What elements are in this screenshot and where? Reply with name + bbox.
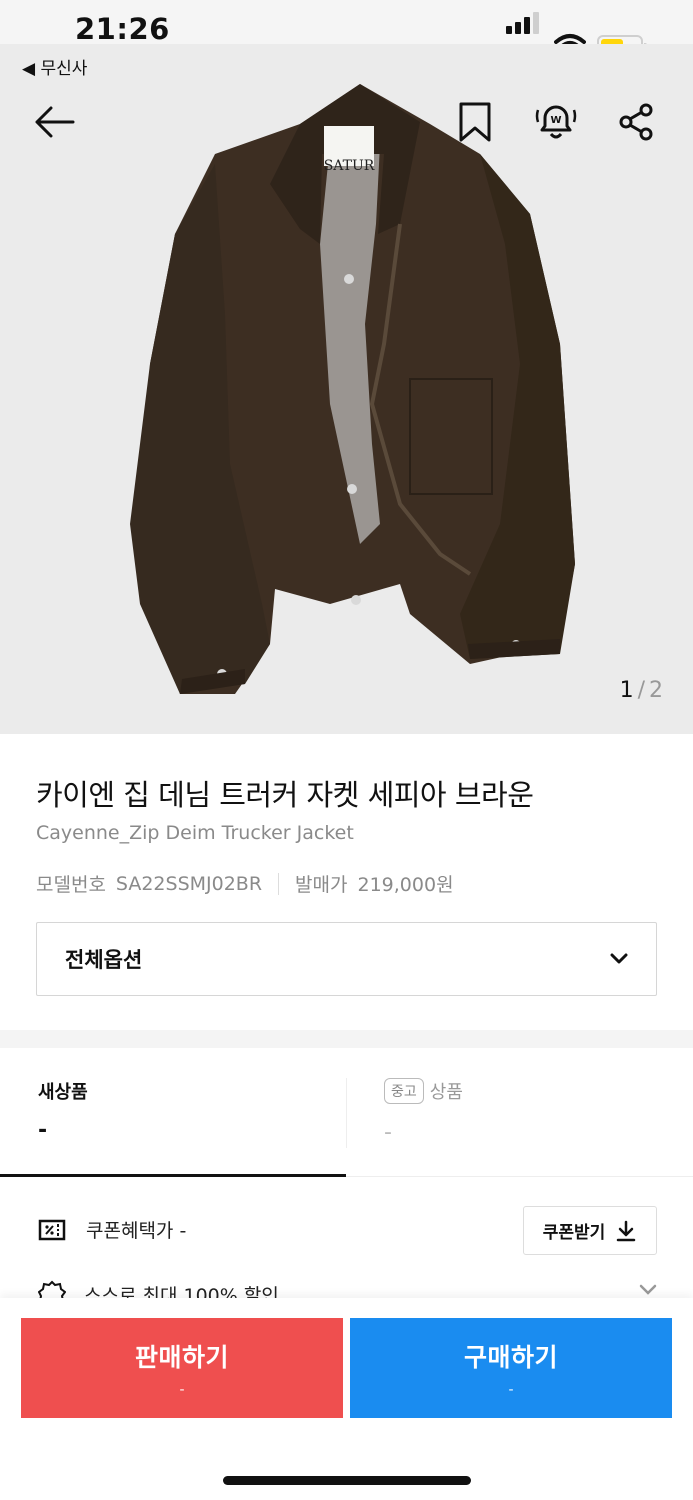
share-button[interactable] bbox=[614, 98, 658, 146]
download-icon bbox=[617, 1220, 636, 1241]
meta-divider bbox=[278, 872, 280, 895]
svg-text:W: W bbox=[550, 115, 561, 126]
chevron-down-icon[interactable] bbox=[639, 1284, 657, 1296]
product-image: SATUR bbox=[130, 84, 575, 694]
image-counter-total: 2 bbox=[649, 678, 663, 703]
release-price-value: 219,000원 bbox=[357, 874, 454, 896]
used-price: - bbox=[384, 1120, 392, 1145]
model-number-label: 모델번호 bbox=[36, 874, 106, 896]
share-icon bbox=[619, 103, 653, 141]
sell-button[interactable]: 판매하기 - bbox=[21, 1318, 343, 1418]
tab-divider bbox=[346, 1078, 347, 1148]
back-button[interactable] bbox=[32, 98, 76, 146]
tab-used[interactable]: 중고 상품 bbox=[384, 1078, 463, 1104]
tab-baseline bbox=[346, 1176, 693, 1177]
image-counter: 1/2 bbox=[620, 678, 663, 703]
image-counter-current: 1 bbox=[619, 678, 634, 703]
bookmark-icon bbox=[459, 102, 491, 142]
coupon-icon bbox=[38, 1219, 66, 1240]
brand-label: SATUR bbox=[324, 158, 375, 174]
coupon-price-label: 쿠폰혜택가 - bbox=[86, 1220, 187, 1242]
sell-button-price: - bbox=[179, 1382, 185, 1398]
tab-used-label: 상품 bbox=[429, 1082, 463, 1103]
chevron-down-icon bbox=[610, 953, 628, 964]
image-counter-separator: / bbox=[637, 678, 645, 703]
buy-button-price: - bbox=[508, 1382, 514, 1398]
back-arrow-icon bbox=[35, 106, 75, 138]
status-bar: 21:26 bbox=[0, 0, 693, 59]
used-badge: 중고 bbox=[384, 1078, 424, 1104]
product-subtitle: Cayenne_Zip Deim Trucker Jacket bbox=[36, 822, 354, 844]
section-divider bbox=[0, 1030, 693, 1048]
model-number-value: SA22SSMJ02BR bbox=[115, 872, 263, 895]
product-image-carousel[interactable]: SATUR bbox=[0, 44, 693, 734]
options-label: 전체옵션 bbox=[65, 948, 143, 972]
get-coupon-label: 쿠폰받기 bbox=[542, 1223, 606, 1243]
get-coupon-button[interactable]: 쿠폰받기 bbox=[523, 1206, 657, 1255]
options-dropdown[interactable]: 전체옵션 bbox=[36, 922, 657, 996]
coupon-row: 쿠폰혜택가 - bbox=[38, 1216, 186, 1243]
status-time: 21:26 bbox=[75, 12, 170, 46]
sell-button-label: 판매하기 bbox=[134, 1343, 229, 1372]
back-to-app-link[interactable]: ◀ 무신사 bbox=[22, 54, 87, 79]
product-title: 카이엔 집 데님 트러커 자켓 세피아 브라운 bbox=[36, 778, 534, 812]
price-alert-icon: W bbox=[535, 105, 577, 139]
tab-new[interactable]: 새상품 bbox=[38, 1078, 88, 1104]
active-tab-indicator bbox=[0, 1174, 346, 1177]
buy-button[interactable]: 구매하기 - bbox=[350, 1318, 672, 1418]
new-price: - bbox=[38, 1118, 48, 1143]
release-price-label: 발매가 bbox=[295, 874, 348, 896]
bottom-action-bar: 판매하기 - 구매하기 - bbox=[0, 1298, 693, 1500]
product-meta: 모델번호 SA22SSMJ02BR 발매가 219,000원 bbox=[36, 870, 454, 897]
price-alert-button[interactable]: W bbox=[534, 98, 578, 146]
buy-button-label: 구매하기 bbox=[463, 1343, 558, 1372]
home-indicator bbox=[223, 1476, 471, 1485]
bookmark-button[interactable] bbox=[453, 98, 497, 146]
